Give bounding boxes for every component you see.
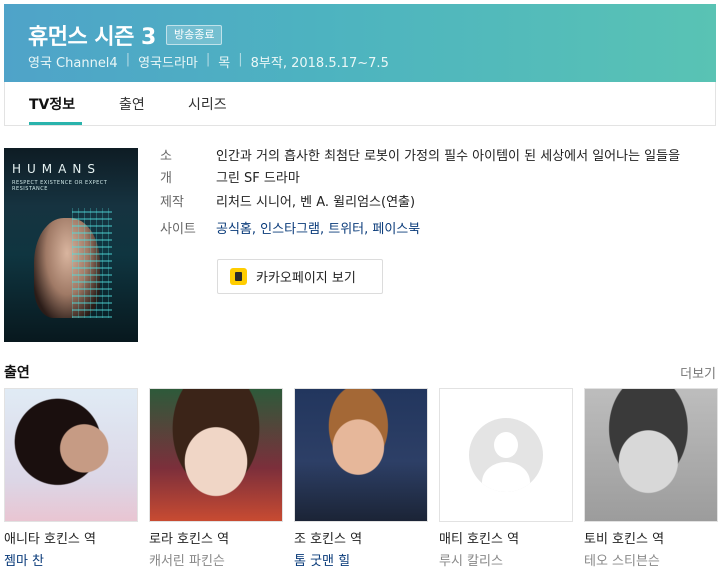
cast-card[interactable]: 매티 호킨스 역 루시 칼리스 — [439, 388, 573, 569]
cast-role: 매티 호킨스 역 — [439, 532, 520, 547]
tab-tv-info[interactable]: TV정보 — [29, 94, 75, 114]
site-label: 사이트 — [160, 222, 196, 237]
cast-actor: 캐서린 파킨슨 — [149, 554, 225, 569]
cast-actor-link[interactable]: 젬마 찬 — [4, 550, 138, 569]
site-link-separator: , — [319, 222, 329, 237]
site-link-facebook[interactable]: 페이스북 — [372, 222, 420, 237]
cast-photo[interactable] — [4, 388, 138, 522]
default-avatar-icon — [469, 418, 543, 492]
meta-channel: 영국 Channel4 — [28, 56, 118, 71]
cast-photo[interactable] — [294, 388, 428, 522]
cast-more-link[interactable]: 더보기 — [680, 363, 716, 382]
kakaopage-button[interactable]: 카카오페이지 보기 — [217, 259, 383, 294]
tab-bar: TV정보 출연 시리즈 — [4, 82, 716, 126]
cast-actor: 루시 칼리스 — [439, 554, 503, 569]
tab-cast[interactable]: 출연 — [119, 94, 145, 114]
site-link-instagram[interactable]: 인스타그램 — [260, 222, 320, 237]
synopsis-text: 인간과 거의 흡사한 최첨단 로봇이 가정의 필수 아이템이 된 세상에서 일어… — [216, 149, 681, 186]
synopsis-label: 소개 — [160, 149, 172, 186]
avatar-body — [482, 462, 530, 492]
meta-separator: | — [238, 52, 243, 67]
cast-role: 조 호킨스 역 — [294, 532, 363, 547]
cast-card[interactable]: 로라 호킨스 역 캐서린 파킨슨 — [149, 388, 283, 569]
kakaopage-button-label: 카카오페이지 보기 — [256, 271, 356, 286]
cast-card[interactable]: 애니타 호킨스 역 젬마 찬 — [4, 388, 138, 569]
cast-actor-link[interactable]: 톰 굿맨 힐 — [294, 550, 428, 569]
cast-actor: 테오 스티븐슨 — [584, 554, 660, 569]
cast-photo[interactable] — [584, 388, 718, 522]
cast-photo[interactable] — [149, 388, 283, 522]
site-link-twitter[interactable]: 트위터 — [328, 222, 364, 237]
cast-section-title: 출연 — [4, 365, 30, 381]
meta-episodes-period: 8부작, 2018.5.17~7.5 — [250, 56, 389, 71]
cast-photo-placeholder[interactable] — [439, 388, 573, 522]
cast-card[interactable]: 토비 호킨스 역 테오 스티븐슨 — [584, 388, 718, 569]
site-link-separator: , — [251, 222, 261, 237]
site-link-official[interactable]: 공식홈 — [216, 222, 252, 237]
program-meta: 영국 Channel4 | 영국드라마 | 목 | 8부작, 2018.5.17… — [28, 52, 389, 71]
cast-role: 애니타 호킨스 역 — [4, 532, 96, 547]
meta-separator: | — [205, 52, 211, 67]
kakaopage-icon — [230, 268, 247, 285]
production-label: 제작 — [160, 195, 184, 210]
program-poster[interactable]: HUMANS RESPECT EXISTENCE OR EXPECT RESIS… — [4, 148, 138, 342]
poster-title: HUMANS — [12, 162, 101, 176]
active-tab-indicator — [29, 122, 82, 125]
meta-separator: | — [125, 52, 131, 67]
site-links: 공식홈, 인스타그램, 트위터, 페이스북 — [216, 219, 696, 241]
program-header: 휴먼스 시즌 3 방송종료 영국 Channel4 | 영국드라마 | 목 | … — [4, 4, 716, 82]
cast-role: 로라 호킨스 역 — [149, 532, 230, 547]
production-text: 리처드 시니어, 벤 A. 윌리엄스(연출) — [216, 195, 416, 210]
poster-tagline: RESPECT EXISTENCE OR EXPECT RESISTANCE — [12, 180, 108, 192]
cast-role: 토비 호킨스 역 — [584, 532, 665, 547]
meta-airday: 목 — [218, 56, 231, 71]
cast-card[interactable]: 조 호킨스 역 톰 굿맨 힐 — [294, 388, 428, 569]
avatar-head — [494, 432, 518, 458]
program-title[interactable]: 휴먼스 시즌 3 — [28, 19, 156, 51]
status-badge: 방송종료 — [166, 25, 223, 45]
meta-genre: 영국드라마 — [138, 56, 198, 71]
poster-circuit-overlay — [72, 208, 112, 318]
tab-series[interactable]: 시리즈 — [188, 94, 227, 114]
